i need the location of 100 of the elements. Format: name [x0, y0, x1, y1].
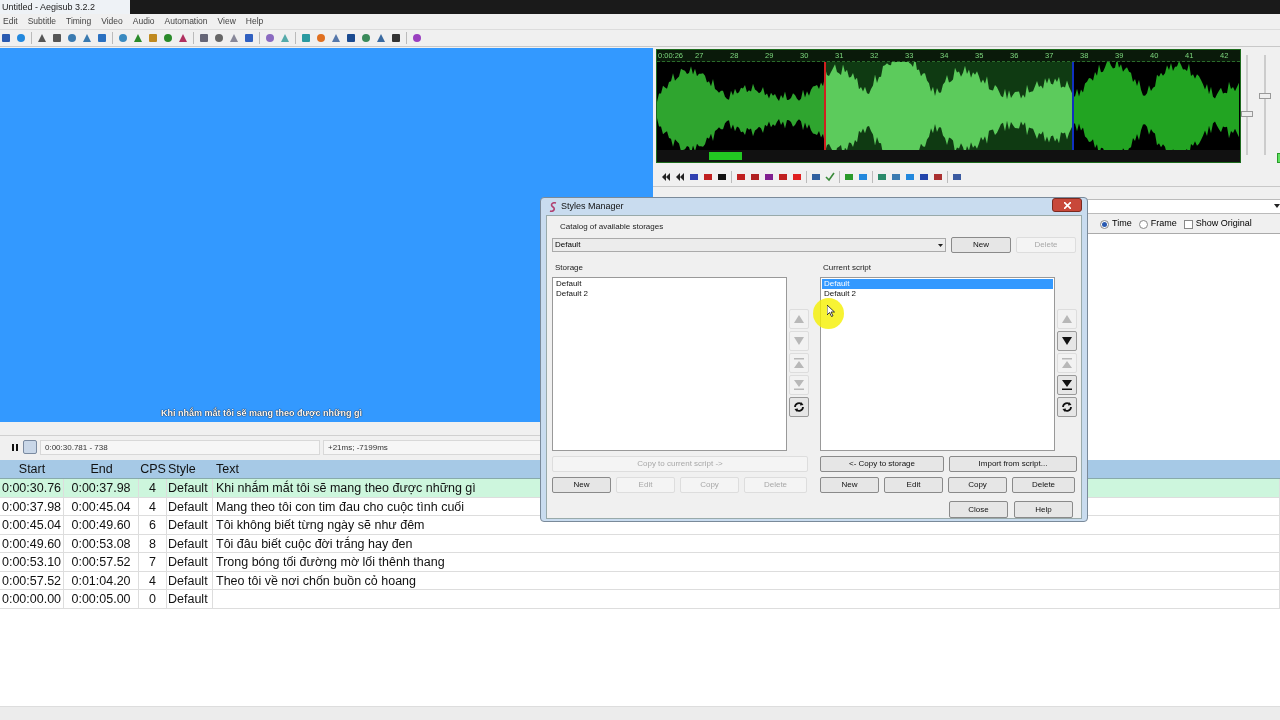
column-header[interactable]: End — [64, 460, 139, 478]
radio-button[interactable] — [1100, 219, 1109, 229]
arrow-icon — [792, 356, 806, 370]
dialog-button[interactable]: <- Copy to storage — [820, 456, 944, 472]
arrow-icon — [1060, 356, 1074, 370]
table-cell: 0 — [139, 590, 167, 608]
table-cell: Trong bóng tối đường mờ lối thênh thang — [213, 553, 1280, 571]
style-list[interactable]: Default Default 2 — [552, 277, 787, 451]
audio-tool-icon[interactable] — [717, 171, 727, 182]
table-cell: 4 — [139, 497, 167, 515]
list-item[interactable]: Default — [554, 279, 785, 289]
end-marker[interactable] — [1072, 62, 1074, 150]
menu-item[interactable]: Timing — [66, 15, 92, 28]
pane-label: Storage — [555, 262, 585, 274]
volume-slider[interactable] — [1259, 55, 1271, 155]
table-cell: Tôi đâu biết cuộc đời trắng hay đen — [213, 534, 1280, 552]
table-cell: 0:00:00.00 — [0, 590, 64, 608]
audio-tool-icon[interactable] — [675, 171, 685, 182]
audio-tool-icon[interactable] — [764, 171, 774, 182]
table-cell: Default — [167, 534, 213, 552]
audio-tool-icon[interactable] — [919, 171, 929, 182]
table-cell: Default — [167, 590, 213, 608]
arrow-button[interactable] — [1057, 331, 1077, 351]
table-cell: Theo tôi về nơi chốn buồn cỏ hoang — [213, 571, 1280, 589]
refresh-icon — [1060, 400, 1074, 414]
table-cell: 0:00:45.04 — [64, 497, 139, 515]
dialog-button[interactable]: Close — [949, 501, 1008, 518]
dialog-button[interactable]: New — [552, 477, 611, 493]
checkbox-option[interactable]: Show Original — [1183, 217, 1252, 231]
dialog-button[interactable]: New — [820, 477, 879, 493]
dialog-button[interactable]: Edit — [884, 477, 943, 493]
menu-item[interactable]: Subtitle — [27, 15, 56, 28]
table-cell: 0:00:49.60 — [0, 534, 64, 552]
tool-icon[interactable] — [412, 33, 422, 43]
list-item[interactable]: Default 2 — [554, 289, 785, 299]
table-cell: 0:00:30.76 — [0, 479, 64, 497]
table-cell: 0:00:37.98 — [0, 497, 64, 515]
grid-row[interactable]: 0:00:53.10 0:00:57.52 7 Default Trong bóng tối đường mờ lối thênh thang — [0, 553, 1280, 572]
menu-item[interactable]: Edit — [3, 15, 18, 28]
window-title: Untitled - Aegisub 3.2.2 — [0, 0, 130, 14]
grid-row[interactable]: 0:00:00.00 0:00:05.00 0 Default — [0, 590, 1280, 609]
table-cell: 7 — [139, 553, 167, 571]
dialog-button[interactable]: Help — [1014, 501, 1073, 518]
table-cell: 0:00:57.52 — [0, 571, 64, 589]
dialog-button[interactable]: New — [951, 237, 1011, 253]
column-header[interactable]: Style — [167, 460, 213, 478]
dropdown-value: Default — [555, 239, 581, 251]
table-cell: Default — [167, 553, 213, 571]
dialog-button[interactable]: Delete — [1012, 477, 1075, 493]
dialog-button[interactable]: Import from script... — [949, 456, 1077, 472]
caret-icon — [938, 243, 943, 247]
arrow-icon — [792, 378, 806, 392]
pane-label: Current script — [823, 262, 872, 274]
style-list[interactable]: Default Default 2 — [820, 277, 1055, 451]
audio-tool-icon[interactable] — [661, 171, 671, 182]
zoom-slider[interactable] — [1241, 55, 1253, 155]
time-field[interactable]: 0:00:30.781 - 738 — [40, 439, 320, 455]
close-button[interactable] — [1052, 198, 1082, 212]
radio-option[interactable]: Frame — [1138, 217, 1177, 231]
slider-thumb[interactable] — [1259, 93, 1271, 99]
arrow-button[interactable] — [1057, 397, 1077, 417]
pointer-icon — [827, 305, 835, 317]
table-cell: Default — [167, 497, 213, 515]
column-header[interactable]: CPS — [139, 460, 167, 478]
auto-scroll-button[interactable] — [23, 440, 37, 454]
slider-thumb[interactable] — [1241, 111, 1253, 117]
table-cell: 0:00:57.52 — [64, 553, 139, 571]
table-cell: 0:00:45.04 — [0, 516, 64, 534]
arrow-button[interactable] — [789, 397, 809, 417]
menu-item[interactable]: Help — [245, 15, 264, 28]
table-cell: 0:00:53.10 — [0, 553, 64, 571]
start-marker[interactable] — [824, 62, 826, 150]
table-cell: 6 — [139, 516, 167, 534]
pause-icon[interactable] — [12, 443, 18, 451]
dialog-title: Styles Manager — [561, 199, 625, 213]
menu-item[interactable]: Audio — [132, 15, 155, 28]
dialog-button[interactable]: Copy — [948, 477, 1007, 493]
table-cell: 4 — [139, 479, 167, 497]
list-item[interactable]: Default 2 — [822, 289, 1053, 299]
table-cell: 0:00:37.98 — [64, 479, 139, 497]
radio-option[interactable]: Time — [1100, 217, 1132, 231]
catalog-dropdown[interactable]: Default — [552, 238, 946, 252]
table-cell: Default — [167, 571, 213, 589]
audio-tool-icon[interactable] — [689, 171, 699, 182]
table-cell: 8 — [139, 534, 167, 552]
table-cell: Default — [167, 479, 213, 497]
column-header[interactable]: Start — [0, 460, 64, 478]
audio-tool-icon[interactable] — [750, 171, 760, 182]
menu-item[interactable]: Automation — [164, 15, 208, 28]
arrow-icon — [1060, 378, 1074, 392]
menu-item[interactable]: View — [217, 15, 236, 28]
menu-item[interactable]: Video — [101, 15, 123, 28]
table-cell: 0:00:49.60 — [64, 516, 139, 534]
arrow-button[interactable] — [1057, 375, 1077, 395]
catalog-label: Catalog of available storages — [560, 221, 665, 233]
caret-icon — [1274, 204, 1280, 208]
checkbox[interactable] — [1183, 219, 1193, 229]
close-icon — [1063, 201, 1071, 209]
radio-button[interactable] — [1138, 219, 1148, 229]
table-cell: Default — [167, 516, 213, 534]
